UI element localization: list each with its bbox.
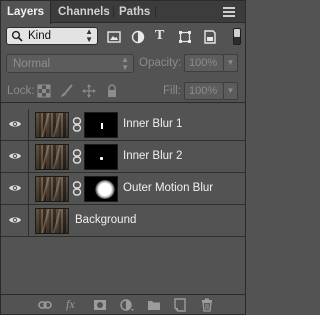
- tab-channels[interactable]: Channels: [52, 1, 114, 23]
- smart-object-filter-icon[interactable]: [203, 30, 217, 44]
- shape-filter-icon[interactable]: [178, 30, 192, 44]
- lock-transparent-pixels-icon[interactable]: [37, 84, 51, 98]
- fill-dropdown-icon[interactable]: ▼: [224, 82, 238, 100]
- fill-value: 100%: [189, 85, 218, 97]
- chevron-updown-icon: ▲ ▼: [121, 55, 129, 72]
- opacity-label: Opacity:: [139, 57, 182, 69]
- chevron-updown-icon: ▲ ▼: [85, 27, 93, 44]
- layer-style-fx-icon[interactable]: fx: [66, 297, 80, 311]
- layer-mask-thumbnail[interactable]: [84, 176, 118, 202]
- fill-field[interactable]: 100%: [184, 82, 224, 100]
- tab-paths[interactable]: Paths: [113, 1, 155, 23]
- layer-name[interactable]: Inner Blur 1: [123, 118, 182, 130]
- filter-kind-select[interactable]: Kind ▲ ▼: [6, 27, 98, 45]
- tab-divider: [155, 6, 156, 18]
- lock-label: Lock:: [7, 85, 35, 97]
- layer-row-outer-motion-blur[interactable]: Outer Motion Blur: [1, 173, 245, 205]
- blend-mode-select[interactable]: Normal ▲ ▼: [6, 54, 134, 73]
- layer-name[interactable]: Background: [75, 214, 136, 226]
- search-icon: [11, 30, 23, 45]
- layer-filter-row: Kind ▲ ▼ T: [1, 25, 245, 49]
- link-chain-icon[interactable]: [72, 149, 82, 164]
- eye-icon: [9, 217, 21, 223]
- blend-mode-row: Normal ▲ ▼ Opacity: 100% ▼: [1, 53, 245, 75]
- layer-name[interactable]: Outer Motion Blur: [123, 182, 213, 194]
- layer-thumbnail[interactable]: [35, 112, 69, 138]
- layer-name[interactable]: Inner Blur 2: [123, 150, 182, 162]
- panel-tab-bar: Layers Channels Paths: [1, 1, 245, 24]
- new-layer-icon[interactable]: [173, 298, 187, 312]
- layer-visibility-toggle[interactable]: [1, 109, 29, 140]
- eye-icon: [9, 121, 21, 127]
- delete-layer-trash-icon[interactable]: [200, 298, 214, 312]
- layer-row-background[interactable]: Background: [1, 205, 245, 237]
- adjustment-filter-icon[interactable]: [131, 30, 145, 44]
- fill-label: Fill:: [163, 85, 181, 97]
- filter-toggle-switch[interactable]: [233, 28, 241, 45]
- link-layers-icon[interactable]: [38, 298, 52, 312]
- filter-kind-label: Kind: [28, 30, 52, 42]
- layers-panel: Layers Channels Paths Kind ▲ ▼ T Normal …: [0, 0, 246, 315]
- opacity-value: 100%: [189, 57, 218, 69]
- layer-mask-thumbnail[interactable]: [84, 112, 118, 138]
- adjustment-layer-icon[interactable]: [120, 298, 134, 312]
- layer-thumbnail[interactable]: [35, 176, 69, 202]
- lock-row: Lock: Fill: 100% ▼: [1, 81, 245, 103]
- eye-icon: [9, 185, 21, 191]
- layer-thumbnail[interactable]: [35, 144, 69, 170]
- eye-icon: [9, 153, 21, 159]
- layer-visibility-toggle[interactable]: [1, 173, 29, 204]
- layer-row-inner-blur-1[interactable]: Inner Blur 1: [1, 109, 245, 141]
- lock-image-pixels-icon[interactable]: [60, 84, 74, 98]
- layer-row-inner-blur-2[interactable]: Inner Blur 2: [1, 141, 245, 173]
- opacity-field[interactable]: 100%: [184, 54, 224, 72]
- add-mask-icon[interactable]: [93, 298, 107, 312]
- type-filter-icon[interactable]: T: [155, 28, 169, 43]
- layer-mask-thumbnail[interactable]: [84, 144, 118, 170]
- link-chain-icon[interactable]: [72, 117, 82, 132]
- lock-position-icon[interactable]: [82, 84, 96, 98]
- link-chain-icon[interactable]: [72, 181, 82, 196]
- lock-all-icon[interactable]: [105, 84, 119, 98]
- blend-mode-value: Normal: [13, 58, 51, 70]
- layer-thumbnail[interactable]: [35, 208, 69, 234]
- image-filter-icon[interactable]: [107, 30, 121, 44]
- opacity-dropdown-icon[interactable]: ▼: [224, 54, 238, 72]
- layer-visibility-toggle[interactable]: [1, 141, 29, 172]
- tab-layers[interactable]: Layers: [1, 1, 51, 24]
- new-group-folder-icon[interactable]: [147, 298, 161, 312]
- layer-visibility-toggle[interactable]: [1, 205, 29, 236]
- layers-bottom-toolbar: fx: [1, 294, 245, 314]
- panel-menu-icon[interactable]: [223, 7, 237, 17]
